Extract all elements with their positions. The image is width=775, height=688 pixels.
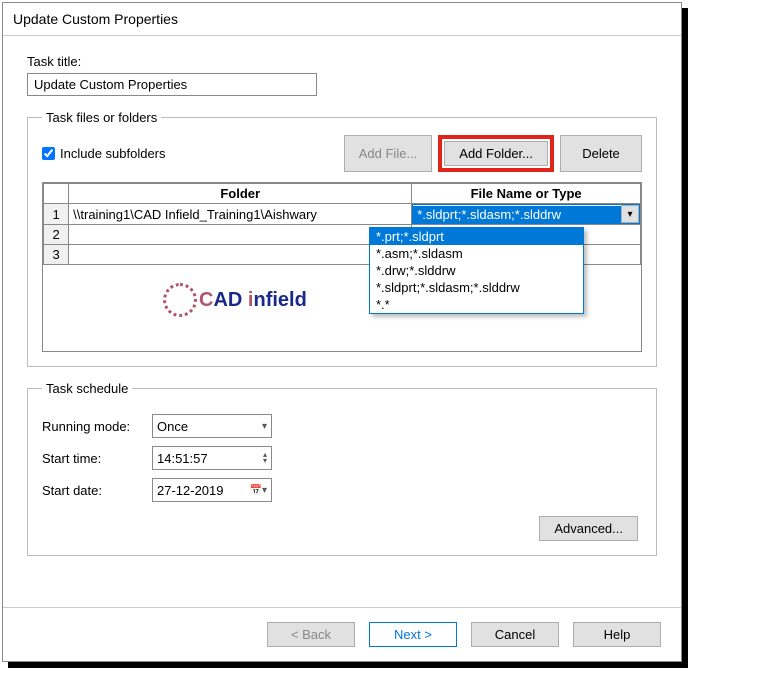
- dropdown-item[interactable]: *.prt;*.sldprt: [370, 228, 583, 245]
- running-mode-value: Once: [157, 419, 188, 434]
- start-time-label: Start time:: [42, 451, 152, 466]
- start-date-label: Start date:: [42, 483, 152, 498]
- running-mode-row: Running mode: Once ▾: [42, 414, 642, 438]
- files-group-legend: Task files or folders: [42, 110, 161, 125]
- start-date-input[interactable]: 27-12-2019 📅▾: [152, 478, 272, 502]
- rownum-cell: 2: [44, 225, 69, 245]
- folder-cell[interactable]: \\training1\CAD Infield_Training1\Aishwa…: [69, 204, 412, 225]
- table-row[interactable]: 1 \\training1\CAD Infield_Training1\Aish…: [44, 204, 641, 225]
- header-folder: Folder: [69, 184, 412, 204]
- next-button[interactable]: Next >: [369, 622, 457, 647]
- dropdown-item[interactable]: *.asm;*.sldasm: [370, 245, 583, 262]
- rownum-cell: 3: [44, 245, 69, 265]
- include-subfolders-label: Include subfolders: [60, 146, 166, 161]
- start-time-row: Start time: 14:51:57 ▴▾: [42, 446, 642, 470]
- file-buttons: Add File... Add Folder... Delete: [344, 135, 642, 172]
- add-file-button: Add File...: [344, 135, 433, 172]
- running-mode-label: Running mode:: [42, 419, 152, 434]
- folder-cell[interactable]: [69, 225, 412, 245]
- start-date-row: Start date: 27-12-2019 📅▾: [42, 478, 642, 502]
- back-button: < Back: [267, 622, 355, 647]
- start-date-value: 27-12-2019: [157, 483, 224, 498]
- dialog-footer: < Back Next > Cancel Help: [3, 607, 681, 661]
- schedule-group: Task schedule Running mode: Once ▾ Start…: [27, 381, 657, 556]
- files-grid: Folder File Name or Type 1 \\training1\C…: [42, 182, 642, 352]
- start-time-value: 14:51:57: [157, 451, 208, 466]
- calendar-icon[interactable]: 📅▾: [250, 485, 267, 496]
- add-folder-highlight: Add Folder...: [438, 135, 554, 172]
- help-button[interactable]: Help: [573, 622, 661, 647]
- type-selected: *.sldprt;*.sldasm;*.slddrw: [413, 206, 621, 223]
- type-cell[interactable]: *.sldprt;*.sldasm;*.slddrw ▾: [412, 204, 641, 225]
- dropdown-item[interactable]: *.sldprt;*.sldasm;*.slddrw: [370, 279, 583, 296]
- watermark-logo: CAD infield: [163, 283, 307, 317]
- advanced-button[interactable]: Advanced...: [539, 516, 638, 541]
- chevron-down-icon: ▾: [262, 421, 267, 432]
- header-rownum: [44, 184, 69, 204]
- task-title-input[interactable]: [27, 73, 317, 96]
- spinner-arrows-icon[interactable]: ▴▾: [263, 452, 267, 464]
- type-combobox[interactable]: *.sldprt;*.sldasm;*.slddrw ▾: [412, 204, 640, 224]
- dropdown-item[interactable]: *.*: [370, 296, 583, 313]
- dialog-content: Task title: Task files or folders Includ…: [3, 36, 681, 607]
- files-group: Task files or folders Include subfolders…: [27, 110, 657, 367]
- task-title-label: Task title:: [27, 54, 657, 69]
- dialog-window: Update Custom Properties Task title: Tas…: [2, 2, 682, 662]
- type-dropdown-list[interactable]: *.prt;*.sldprt *.asm;*.sldasm *.drw;*.sl…: [369, 227, 584, 314]
- add-folder-button[interactable]: Add Folder...: [444, 141, 548, 166]
- dropdown-item[interactable]: *.drw;*.slddrw: [370, 262, 583, 279]
- include-subfolders-checkbox[interactable]: [42, 147, 55, 160]
- chevron-down-icon[interactable]: ▾: [621, 205, 639, 223]
- files-toolbar: Include subfolders Add File... Add Folde…: [42, 135, 642, 172]
- running-mode-select[interactable]: Once ▾: [152, 414, 272, 438]
- folder-cell[interactable]: [69, 245, 412, 265]
- delete-button[interactable]: Delete: [560, 135, 642, 172]
- dialog-title: Update Custom Properties: [3, 3, 681, 36]
- start-time-input[interactable]: 14:51:57 ▴▾: [152, 446, 272, 470]
- include-subfolders-row[interactable]: Include subfolders: [42, 146, 344, 161]
- advanced-row: Advanced...: [42, 510, 642, 541]
- table-header-row: Folder File Name or Type: [44, 184, 641, 204]
- rownum-cell: 1: [44, 204, 69, 225]
- cancel-button[interactable]: Cancel: [471, 622, 559, 647]
- schedule-legend: Task schedule: [42, 381, 132, 396]
- header-type: File Name or Type: [412, 184, 641, 204]
- gear-icon: [163, 283, 197, 317]
